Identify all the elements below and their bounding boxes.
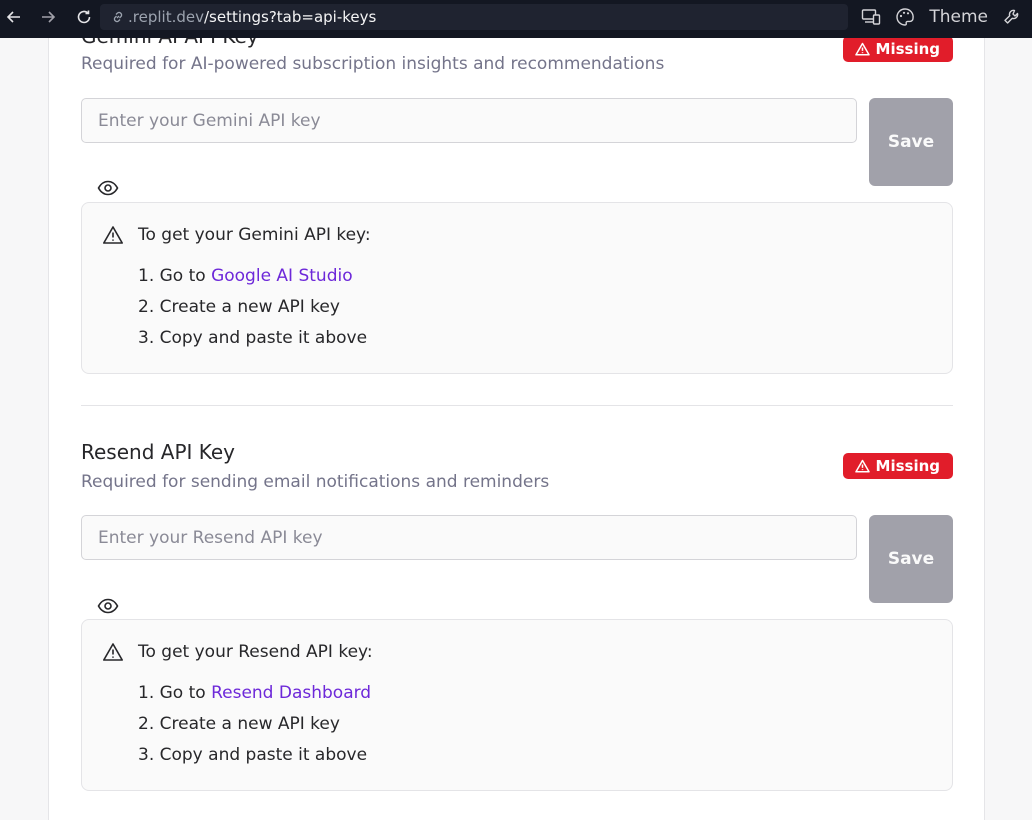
step-item: 2. Create a new API key [138,297,340,317]
gemini-save-button[interactable]: Save [869,98,953,186]
url-host: .replit.dev [128,8,204,26]
resend-api-key-input[interactable] [81,515,857,560]
address-bar[interactable]: .replit.dev/settings?tab=api-keys [100,4,848,30]
gemini-show-key-eye-icon[interactable] [97,180,119,196]
gemini-help-title: To get your Gemini API key: [138,225,371,245]
toolbar-right: Theme [861,0,1022,34]
gemini-status-text: Missing [875,40,940,58]
devices-icon[interactable] [861,8,881,26]
gemini-section-description: Required for AI-powered subscription ins… [81,54,665,74]
wrench-icon[interactable] [1002,7,1022,27]
warning-icon [102,225,124,245]
reload-icon[interactable] [70,5,98,29]
api-keys-card: Gemini AI API Key Required for AI-powere… [48,0,985,820]
gemini-status-badge: Missing [842,36,953,62]
resend-help-title: To get your Resend API key: [138,642,373,662]
step-text: 1. Go to [138,266,212,286]
palette-icon[interactable] [895,7,915,27]
gemini-api-key-section: Gemini AI API Key Required for AI-powere… [81,0,953,380]
step-item: 1. Go to Resend Dashboard [138,678,371,709]
link-icon [110,9,126,25]
resend-save-button[interactable]: Save [869,515,953,603]
resend-steps-list: 1. Go to Resend Dashboard 2. Create a ne… [138,678,371,771]
alert-triangle-icon [854,459,870,473]
resend-dashboard-link[interactable]: Resend Dashboard [211,683,371,703]
forward-icon[interactable] [34,5,62,29]
url-path: /settings?tab=api-keys [203,8,377,26]
resend-status-text: Missing [875,457,940,475]
google-ai-studio-link[interactable]: Google AI Studio [211,266,353,286]
resend-section-title: Resend API Key [81,440,236,464]
section-divider [81,405,953,406]
gemini-help-box: To get your Gemini API key: 1. Go to Goo… [81,202,953,374]
resend-api-key-section: Resend API Key Required for sending emai… [81,418,953,798]
gemini-api-key-input[interactable] [81,98,857,143]
alert-triangle-icon [854,42,870,56]
resend-status-badge: Missing [842,453,953,479]
step-item: 3. Copy and paste it above [138,745,368,765]
browser-toolbar: .replit.dev/settings?tab=api-keys Theme [0,0,1032,38]
step-item: 2. Create a new API key [138,714,340,734]
step-item: 1. Go to Google AI Studio [138,261,367,292]
resend-help-box: To get your Resend API key: 1. Go to Res… [81,619,953,791]
back-icon[interactable] [0,5,28,29]
step-item: 3. Copy and paste it above [138,328,368,348]
step-text: 1. Go to [138,683,212,703]
warning-icon [102,642,124,662]
gemini-steps-list: 1. Go to Google AI Studio 2. Create a ne… [138,261,367,354]
resend-section-description: Required for sending email notifications… [81,472,550,492]
theme-label[interactable]: Theme [929,7,988,27]
resend-show-key-eye-icon[interactable] [97,598,119,614]
